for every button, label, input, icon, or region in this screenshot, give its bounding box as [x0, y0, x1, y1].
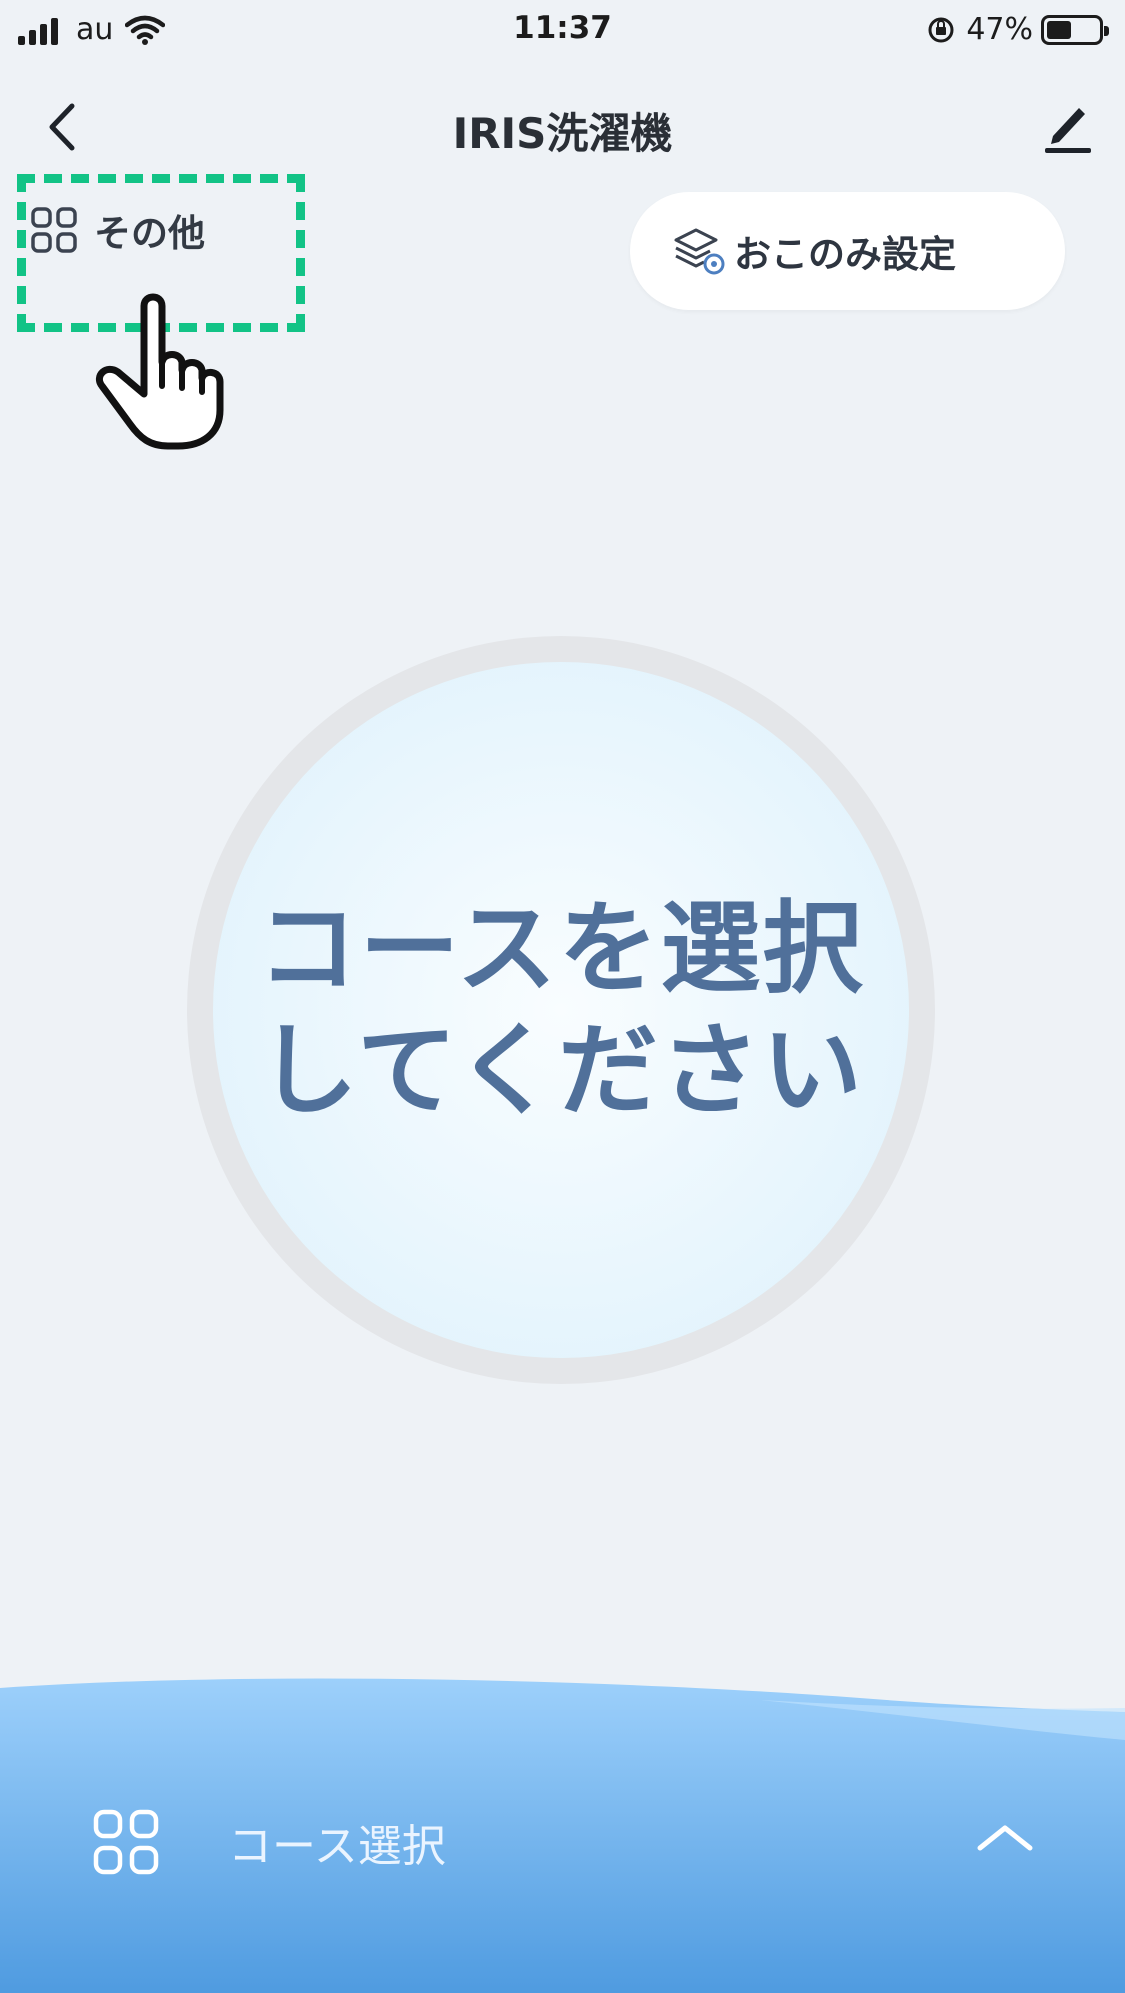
edit-button[interactable]: [1031, 90, 1103, 162]
status-bar: au 11:37 47%: [0, 0, 1125, 62]
preferences-button[interactable]: おこのみ設定: [630, 192, 1065, 310]
grid-icon: [93, 1809, 159, 1875]
course-dial-face: コースを選択 してください: [213, 662, 909, 1358]
page-title: IRIS洗濯機: [452, 109, 673, 158]
chevron-up-icon[interactable]: [972, 1816, 1038, 1856]
orientation-lock-icon: [928, 17, 954, 42]
battery-icon: [1041, 14, 1109, 45]
layers-settings-icon: [674, 228, 725, 275]
course-select-bar[interactable]: コース選択: [0, 1790, 1125, 1970]
nav-bar: IRIS洗濯機: [0, 70, 1125, 180]
dial-prompt-line1: コースを選択: [257, 890, 865, 1007]
dial-prompt-line2: してください: [258, 1012, 864, 1129]
course-select-label: コース選択: [228, 1821, 446, 1872]
course-dial[interactable]: コースを選択 してください: [187, 636, 935, 1384]
preferences-button-label: おこのみ設定: [734, 233, 956, 276]
battery-percent: 47%: [966, 12, 1033, 47]
pencil-icon: [1045, 108, 1091, 153]
pointing-hand-icon: [95, 293, 224, 450]
